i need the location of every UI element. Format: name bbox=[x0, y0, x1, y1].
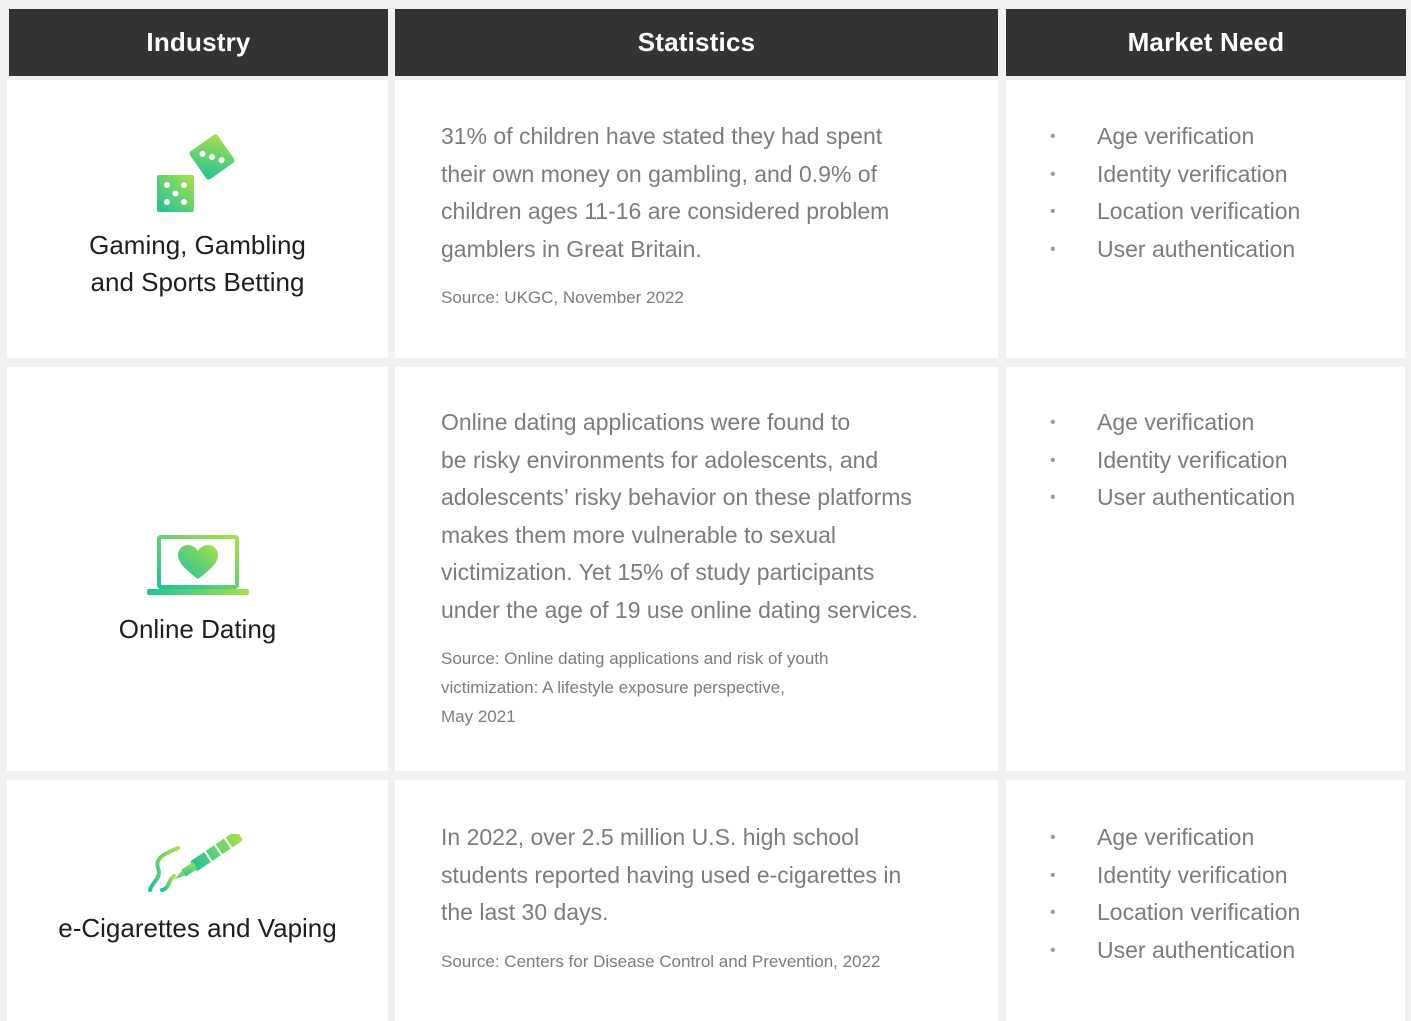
list-item: • User authentication bbox=[1006, 231, 1405, 269]
list-item: • User authentication bbox=[1006, 932, 1405, 970]
source-line: victimization: A lifestyle exposure pers… bbox=[441, 678, 785, 697]
bullet-icon: • bbox=[1050, 829, 1056, 846]
bullet-icon: • bbox=[1050, 941, 1056, 959]
industry-name-line2: and Sports Betting bbox=[90, 267, 305, 297]
statistic-line: In 2022, over 2.5 million U.S. high scho… bbox=[441, 824, 860, 850]
need-label: Age verification bbox=[1097, 409, 1255, 435]
header-industry: Industry bbox=[9, 9, 388, 76]
statistic-line: their own money on gambling, and 0.9% of bbox=[441, 160, 877, 187]
statistic-line: the last 30 days. bbox=[441, 899, 609, 925]
bullet-icon: • bbox=[1050, 904, 1056, 921]
market-need-list: • Age verification • Identity verification… bbox=[1006, 404, 1405, 517]
statistics-cell-vaping: In 2022, over 2.5 million U.S. high scho… bbox=[395, 780, 998, 1021]
list-item: • Identity verification bbox=[1006, 156, 1405, 194]
source-line: Source: Online dating applications and r… bbox=[441, 649, 829, 668]
statistic-line: makes them more vulnerable to sexual bbox=[441, 521, 837, 548]
statistic-line: children ages 11-16 are considered probl… bbox=[441, 198, 890, 224]
statistic-line: Online dating applications were found to bbox=[441, 409, 851, 435]
market-need-cell-gaming: • Age verification • Identity verification… bbox=[1006, 80, 1405, 358]
statistic-line: be risky environments for adolescents, a… bbox=[441, 446, 879, 473]
need-label: Age verification bbox=[1097, 123, 1255, 149]
bullet-icon: • bbox=[1050, 451, 1056, 469]
market-need-list: • Age verification • Identity verification… bbox=[1006, 118, 1405, 268]
market-need-table: Industry Statistics Market Need Gaming, … bbox=[0, 0, 1411, 1021]
statistic-line: 31% of children have stated they had spe… bbox=[441, 123, 883, 149]
statistic-line: under the age of 19 use online dating se… bbox=[441, 596, 918, 623]
source-line: Source: Centers for Disease Control and … bbox=[441, 951, 881, 971]
bullet-icon: • bbox=[1050, 240, 1056, 258]
need-label: User authentication bbox=[1097, 484, 1296, 510]
statistic-line: adolescents’ risky behavior on these pla… bbox=[441, 484, 912, 510]
need-label: Location verification bbox=[1097, 198, 1301, 224]
vape-pen-icon bbox=[147, 834, 248, 894]
bullet-icon: • bbox=[1050, 866, 1056, 884]
statistics-text: In 2022, over 2.5 million U.S. high scho… bbox=[441, 819, 968, 976]
list-item: • Location verification bbox=[1006, 894, 1405, 932]
statistics-text: Online dating applications were found to… bbox=[441, 404, 968, 731]
statistic-line: students reported having used e-cigarett… bbox=[441, 861, 902, 888]
source-line: Source: UKGC, November 2022 bbox=[441, 288, 684, 307]
list-item: • Identity verification bbox=[1006, 857, 1405, 895]
market-need-cell-vaping: • Age verification • Identity verification… bbox=[1006, 780, 1405, 1021]
list-item: • Age verification bbox=[1006, 819, 1405, 857]
industry-cell-vaping: e-Cigarettes and Vaping bbox=[7, 780, 388, 1021]
need-label: User authentication bbox=[1097, 235, 1296, 262]
industry-name: Online Dating bbox=[118, 613, 277, 644]
list-item: • Age verification bbox=[1006, 404, 1405, 442]
header-statistics: Statistics bbox=[395, 9, 998, 76]
industry-cell-gaming: Gaming, Gambling and Sports Betting bbox=[7, 80, 388, 358]
bullet-icon: • bbox=[1050, 203, 1056, 220]
header-market-need: Market Need bbox=[1006, 9, 1406, 76]
source-text: Source: Centers for Disease Control and … bbox=[441, 947, 968, 976]
statistics-cell-gaming: 31% of children have stated they had spe… bbox=[395, 80, 998, 358]
statistic-line: victimization. Yet 15% of study particip… bbox=[441, 559, 875, 585]
need-label: Identity verification bbox=[1097, 861, 1288, 888]
industry-name-line1: Gaming, Gambling bbox=[89, 230, 306, 260]
dice-icon bbox=[156, 131, 240, 213]
source-text: Source: Online dating applications and r… bbox=[441, 644, 968, 731]
industry-name: e-Cigarettes and Vaping bbox=[58, 913, 337, 943]
bullet-icon: • bbox=[1050, 128, 1056, 145]
market-need-list: • Age verification • Identity verification… bbox=[1006, 819, 1405, 969]
bullet-icon: • bbox=[1050, 414, 1056, 431]
industry-cell-dating: Online Dating bbox=[7, 367, 388, 771]
list-item: • Age verification bbox=[1006, 118, 1405, 156]
statistic-line: gamblers in Great Britain. bbox=[441, 235, 702, 262]
source-line: May 2021 bbox=[441, 707, 516, 726]
source-text: Source: UKGC, November 2022 bbox=[441, 283, 968, 312]
need-label: Age verification bbox=[1097, 824, 1255, 850]
need-label: Identity verification bbox=[1097, 446, 1288, 473]
bullet-icon: • bbox=[1050, 489, 1056, 506]
laptop-heart-icon bbox=[146, 534, 250, 597]
statistics-text: 31% of children have stated they had spe… bbox=[441, 118, 968, 312]
bullet-icon: • bbox=[1050, 165, 1056, 183]
list-item: • User authentication bbox=[1006, 479, 1405, 517]
list-item: • Location verification bbox=[1006, 193, 1405, 231]
market-need-cell-dating: • Age verification • Identity verification… bbox=[1006, 367, 1405, 771]
statistics-cell-dating: Online dating applications were found to… bbox=[395, 367, 998, 771]
list-item: • Identity verification bbox=[1006, 442, 1405, 480]
need-label: Identity verification bbox=[1097, 160, 1288, 187]
need-label: User authentication bbox=[1097, 936, 1296, 963]
need-label: Location verification bbox=[1097, 899, 1301, 925]
